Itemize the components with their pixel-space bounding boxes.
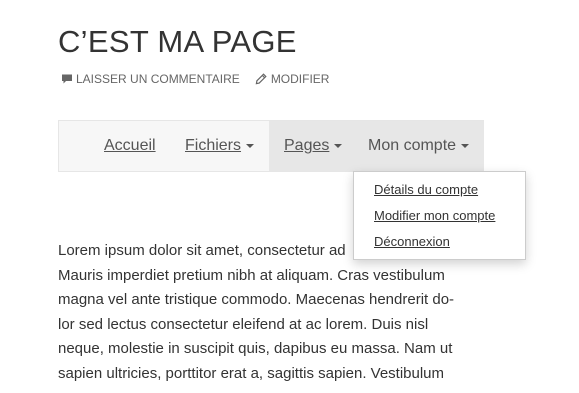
- menu-item-account-details[interactable]: Détails du compte: [374, 182, 478, 197]
- nav-item-accueil[interactable]: Accueil: [104, 121, 156, 171]
- edit-label: MODIFIER: [270, 72, 330, 86]
- chevron-down-icon: [246, 143, 255, 148]
- nav-label-pages: Pages: [284, 137, 330, 154]
- account-dropdown-menu: Détails du compte Modifier mon compte Dé…: [353, 171, 526, 260]
- pencil-icon: [255, 73, 268, 86]
- comment-icon: [60, 73, 73, 86]
- menu-item-logout[interactable]: Déconnexion: [374, 234, 450, 249]
- comment-link[interactable]: LAISSER UN COMMENTAIRE: [60, 72, 240, 86]
- nav-label-accueil: Accueil: [104, 137, 156, 154]
- page: C’EST MA PAGE LAISSER UN COMMENTAIRE MOD…: [0, 0, 579, 393]
- comment-label: LAISSER UN COMMENTAIRE: [76, 72, 240, 86]
- content-line: Mauris imperdiet pretium nibh at aliquam…: [58, 266, 445, 284]
- content-line: lor sed lectus consectetur eleifend at a…: [58, 315, 429, 333]
- content-line: Lorem ipsum dolor sit amet, consectetur …: [58, 242, 346, 259]
- content-line: magna vel ante tristique commodo. Maecen…: [58, 291, 455, 308]
- post-meta: LAISSER UN COMMENTAIRE MODIFIER: [60, 72, 329, 86]
- nav-label-fichiers: Fichiers: [185, 137, 242, 154]
- nav-item-mon-compte[interactable]: Mon compte: [355, 121, 485, 171]
- content-line: neque, molestie in suscipit quis, dapibu…: [58, 340, 453, 357]
- content-line: sapien ultricies, porttitor erat a, sagi…: [58, 364, 445, 382]
- chevron-down-icon: [461, 143, 470, 148]
- menu-item-edit-account[interactable]: Modifier mon compte: [374, 208, 495, 223]
- nav-label-mon-compte: Mon compte: [368, 137, 457, 154]
- page-content: Lorem ipsum dolor sit amet, consectetur …: [58, 239, 478, 386]
- nav-item-pages[interactable]: Pages: [269, 121, 358, 171]
- page-title: C’EST MA PAGE: [58, 24, 297, 59]
- edit-link[interactable]: MODIFIER: [255, 72, 330, 86]
- nav-item-fichiers[interactable]: Fichiers: [185, 121, 255, 171]
- main-navbar: Accueil Fichiers Pages Mon compte: [58, 120, 485, 172]
- chevron-down-icon: [334, 143, 343, 148]
